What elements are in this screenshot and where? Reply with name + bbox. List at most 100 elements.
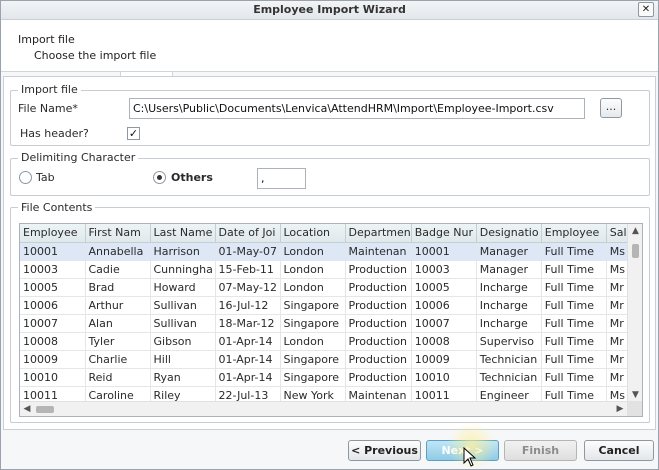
finish-button[interactable]: Finish [504,440,577,461]
table-row[interactable]: 10010 Reid Ryan 01-Apr-14 Singapore Prod… [20,368,637,387]
horizontal-scrollbar[interactable]: ◀ ▶ [20,401,627,416]
table-cell: Cadie [85,260,151,279]
table-cell: Production [345,278,412,297]
table-cell: Production [345,350,412,369]
file-name-input[interactable]: C:\Users\Public\Documents\Lenvica\Attend… [129,98,585,119]
table-row[interactable]: 10003 Cadie Cunningha 15-Feb-11 London P… [20,260,637,279]
table-cell: Ryan [150,368,216,387]
table-row[interactable]: 10005 Brad Howard 07-May-12 London Produ… [20,278,637,297]
column-header[interactable]: Employee [20,224,86,243]
table-row[interactable]: 10007 Alan Sullivan 18-Mar-12 Singapore … [20,314,637,333]
table-cell: Tyler [85,332,151,351]
table-cell: Full Time [541,260,607,279]
table-cell: Singapore [280,350,346,369]
table-cell: 10007 [20,314,86,333]
scroll-left-icon[interactable]: ◀ [20,402,34,416]
table-cell: London [280,278,346,297]
title-bar: Employee Import Wizard ✕ [1,1,658,20]
table-cell: Full Time [541,278,607,297]
table-cell: Singapore [280,368,346,387]
table-cell: Brad [85,278,151,297]
column-header[interactable]: Last Name [150,224,216,243]
table-cell: Production [345,332,412,351]
table-cell: 01-Apr-14 [215,368,281,387]
table-row[interactable]: 10001 Annabella Harrison 01-May-07 Londo… [20,242,637,261]
table-row[interactable]: 10008 Tyler Gibson 01-Apr-14 London Prod… [20,332,637,351]
table-cell: 10007 [411,314,477,333]
table-cell: London [280,242,346,261]
table-cell: 10005 [411,278,477,297]
table-cell: 18-Mar-12 [215,314,281,333]
table-cell: 10006 [20,296,86,315]
vertical-scroll-thumb[interactable] [632,244,639,258]
table-cell: Hill [150,350,216,369]
table-cell: Maintenan [345,242,412,261]
table-cell: Full Time [541,314,607,333]
scroll-up-icon[interactable]: ▲ [628,224,642,238]
scroll-right-icon[interactable]: ▶ [613,402,627,416]
close-icon[interactable]: ✕ [638,2,654,17]
file-contents-grid[interactable]: Employee First Nam Last Name Date of Joi… [19,223,643,417]
tab-radio-label: Tab [36,171,55,184]
table-cell: 07-May-12 [215,278,281,297]
table-cell: Full Time [541,242,607,261]
others-radio-label: Others [171,171,213,184]
table-row[interactable]: 10006 Arthur Sullivan 16-Jul-12 Singapor… [20,296,637,315]
scroll-down-icon[interactable]: ▼ [628,388,642,402]
table-cell: Sullivan [150,314,216,333]
table-cell: 15-Feb-11 [215,260,281,279]
table-cell: Full Time [541,296,607,315]
scrollbar-corner [627,401,642,416]
table-cell: 10005 [20,278,86,297]
previous-button[interactable]: < Previous [348,440,421,461]
column-header[interactable]: Location [280,224,346,243]
table-cell: Manager [476,242,542,261]
delimiter-group-label: Delimiting Character [18,151,139,164]
table-cell: 10010 [411,368,477,387]
column-header[interactable]: Departmen [345,224,412,243]
file-contents-table: Employee First Nam Last Name Date of Joi… [20,224,637,405]
table-cell: Superviso [476,332,542,351]
table-cell: 16-Jul-12 [215,296,281,315]
column-header[interactable]: First Nam [85,224,151,243]
horizontal-scroll-thumb[interactable] [36,406,54,413]
table-cell: Production [345,296,412,315]
table-cell: Cunningha [150,260,216,279]
table-cell: Singapore [280,314,346,333]
table-cell: London [280,332,346,351]
cancel-button[interactable]: Cancel [584,440,654,461]
table-cell: 10010 [20,368,86,387]
table-cell: Technician [476,350,542,369]
table-cell: Harrison [150,242,216,261]
import-file-group-label: Import file [18,83,81,96]
wizard-footer: < Previous Next > Finish Cancel [1,431,658,469]
others-radio[interactable] [153,171,166,184]
table-cell: Charlie [85,350,151,369]
column-header[interactable]: Badge Nur [411,224,477,243]
others-input[interactable]: , [257,168,306,189]
browse-button[interactable]: ... [600,98,622,118]
table-row[interactable]: 10009 Charlie Hill 01-Apr-14 Singapore P… [20,350,637,369]
file-contents-group-label: File Contents [18,201,96,214]
mouse-cursor-icon [463,447,477,467]
has-header-checkbox[interactable]: ✓ [127,127,140,140]
column-header[interactable]: Designatio [476,224,542,243]
table-cell: 10001 [411,242,477,261]
tab-radio[interactable] [19,171,32,184]
table-cell: 10009 [20,350,86,369]
table-cell: 10003 [411,260,477,279]
vertical-scrollbar[interactable]: ▲ ▼ [627,224,642,402]
table-cell: 01-Apr-14 [215,332,281,351]
table-cell: Arthur [85,296,151,315]
table-cell: 10003 [20,260,86,279]
wizard-window: Employee Import Wizard ✕ Import file Cho… [0,0,659,470]
table-cell: London [280,260,346,279]
column-header[interactable]: Employee [541,224,607,243]
table-cell: Full Time [541,368,607,387]
table-cell: Technician [476,368,542,387]
table-cell: 10006 [411,296,477,315]
table-cell: Production [345,260,412,279]
column-header[interactable]: Date of Joi [215,224,281,243]
table-cell: 10009 [411,350,477,369]
table-cell: Alan [85,314,151,333]
